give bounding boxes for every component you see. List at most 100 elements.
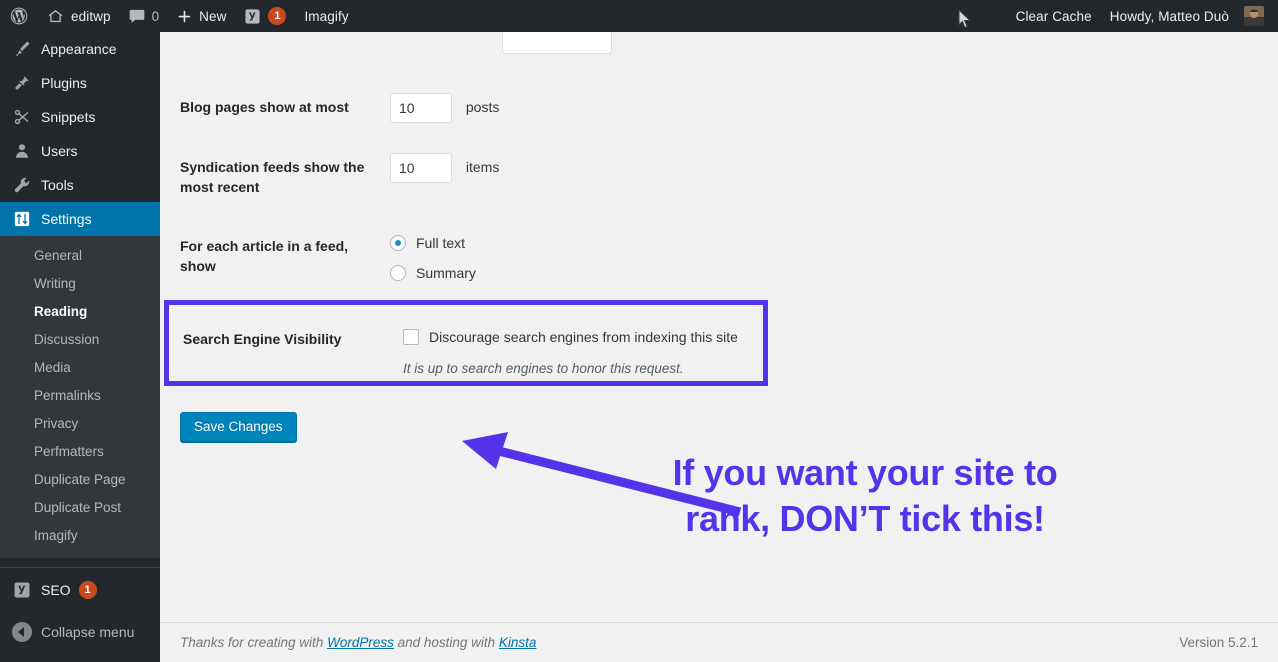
syndication-input[interactable] [390, 153, 452, 183]
plug-icon [12, 73, 32, 93]
submenu-item-reading[interactable]: Reading [0, 298, 160, 326]
partial-cut-off-input[interactable] [502, 32, 612, 54]
sliders-icon [12, 209, 32, 229]
feed-article-label: For each article in a feed, show [160, 217, 380, 296]
admin-bar: editwp 0 New [0, 0, 1278, 32]
submenu-item-discussion[interactable]: Discussion [0, 326, 160, 354]
discourage-search-engines-label: Discourage search engines from indexing … [429, 329, 738, 345]
row-syndication-feeds: Syndication feeds show the most recent i… [160, 138, 509, 217]
sidebar-item-appearance[interactable]: Appearance [0, 32, 160, 66]
sidebar-item-label: Settings [41, 211, 92, 227]
sidebar-separator [0, 558, 160, 567]
submenu-item-general[interactable]: General [0, 242, 160, 270]
clear-cache-button[interactable]: Clear Cache [1007, 0, 1101, 32]
reading-settings-form-table: Blog pages show at most posts Syndicatio… [160, 78, 509, 296]
new-content-menu[interactable]: New [168, 0, 235, 32]
collapse-arrow-icon [12, 622, 32, 642]
submenu-item-privacy[interactable]: Privacy [0, 410, 160, 438]
user-icon [12, 141, 32, 161]
seo-notification-badge: 1 [79, 581, 97, 599]
row-blog-pages: Blog pages show at most posts [160, 78, 509, 138]
syndication-unit: items [466, 159, 499, 175]
clear-cache-label: Clear Cache [1016, 9, 1092, 24]
submenu-item-perfmatters[interactable]: Perfmatters [0, 438, 160, 466]
blog-pages-label: Blog pages show at most [160, 78, 380, 138]
submenu-item-duplicate-post[interactable]: Duplicate Post [0, 494, 160, 522]
submenu-item-permalinks[interactable]: Permalinks [0, 382, 160, 410]
blog-pages-unit: posts [466, 99, 499, 115]
main-content-area: Blog pages show at most posts Syndicatio… [160, 32, 1278, 662]
comment-icon [129, 9, 145, 24]
wordpress-logo-icon [9, 6, 29, 26]
admin-bar-right: Clear Cache Howdy, Matteo Duò [1007, 0, 1278, 32]
sidebar-top-items: Appearance Plugins Sni [0, 32, 160, 236]
plus-icon [177, 9, 192, 24]
radio-option-full-text[interactable]: Full text [390, 235, 499, 251]
discourage-search-engines-checkbox[interactable] [403, 329, 419, 345]
yoast-notification-count: 1 [268, 7, 286, 25]
blog-pages-field-cell: posts [380, 78, 509, 138]
radio-full-text-label: Full text [416, 235, 465, 251]
annotation-arrow-icon [440, 387, 760, 547]
radio-option-summary[interactable]: Summary [390, 265, 499, 281]
yoast-seo-menu[interactable]: 1 [235, 0, 295, 32]
home-icon [47, 8, 64, 25]
wordpress-admin-screen: editwp 0 New [0, 0, 1278, 662]
scissors-icon [12, 107, 32, 127]
new-label: New [199, 9, 226, 24]
wordpress-link[interactable]: WordPress [327, 635, 394, 650]
admin-sidebar-menu: Appearance Plugins Sni [0, 32, 160, 662]
site-name-label: editwp [71, 9, 111, 24]
search-engine-visibility-label: Search Engine Visibility [183, 331, 341, 347]
sidebar-divider [0, 567, 160, 568]
sidebar-item-label: Tools [41, 177, 74, 193]
wordpress-version-label: Version 5.2.1 [1179, 635, 1258, 650]
footer-thanks-prefix: Thanks for creating with [180, 635, 327, 650]
sidebar-item-tools[interactable]: Tools [0, 168, 160, 202]
sidebar-item-label: SEO [41, 582, 71, 598]
syndication-label: Syndication feeds show the most recent [160, 138, 380, 217]
comment-count: 0 [152, 9, 160, 24]
wordpress-logo-menu[interactable] [0, 0, 38, 32]
feed-article-options-cell: Full text Summary [380, 217, 509, 296]
imagify-menu[interactable]: Imagify [295, 0, 357, 32]
submenu-item-duplicate-page[interactable]: Duplicate Page [0, 466, 160, 494]
sidebar-item-plugins[interactable]: Plugins [0, 66, 160, 100]
sidebar-item-label: Snippets [41, 109, 95, 125]
radio-summary-label: Summary [416, 265, 476, 281]
submenu-item-media[interactable]: Media [0, 354, 160, 382]
paintbrush-icon [12, 39, 32, 59]
radio-summary[interactable] [390, 265, 406, 281]
syndication-field-cell: items [380, 138, 509, 217]
wrench-icon [12, 175, 32, 195]
my-account-menu[interactable]: Howdy, Matteo Duò [1101, 0, 1278, 32]
collapse-menu-button[interactable]: Collapse menu [0, 615, 160, 649]
radio-full-text[interactable] [390, 235, 406, 251]
sidebar-item-label: Plugins [41, 75, 87, 91]
kinsta-link[interactable]: Kinsta [499, 635, 537, 650]
search-engine-visibility-description: It is up to search engines to honor this… [403, 361, 684, 376]
footer-credit-text: Thanks for creating with WordPress and h… [180, 635, 536, 650]
collapse-menu-label: Collapse menu [41, 624, 134, 640]
sidebar-item-label: Appearance [41, 41, 117, 57]
site-name-menu[interactable]: editwp [38, 0, 120, 32]
footer-thanks-mid: and hosting with [394, 635, 499, 650]
save-changes-button[interactable]: Save Changes [180, 412, 297, 442]
sidebar-item-seo[interactable]: SEO 1 [0, 573, 160, 607]
search-engine-visibility-row: Search Engine Visibility Discourage sear… [169, 305, 763, 381]
settings-submenu: General Writing Reading Discussion Media… [0, 236, 160, 558]
sidebar-item-snippets[interactable]: Snippets [0, 100, 160, 134]
yoast-seo-icon [244, 8, 261, 25]
submenu-item-imagify[interactable]: Imagify [0, 522, 160, 550]
admin-footer: Thanks for creating with WordPress and h… [160, 622, 1278, 662]
mouse-pointer-icon [958, 9, 972, 29]
blog-pages-input[interactable] [390, 93, 452, 123]
sidebar-item-settings[interactable]: Settings [0, 202, 160, 236]
comments-menu[interactable]: 0 [120, 0, 169, 32]
sidebar-item-label: Users [41, 143, 78, 159]
yoast-seo-icon [12, 580, 32, 600]
avatar [1244, 6, 1264, 26]
submenu-item-writing[interactable]: Writing [0, 270, 160, 298]
howdy-label: Howdy, Matteo Duò [1110, 9, 1229, 24]
sidebar-item-users[interactable]: Users [0, 134, 160, 168]
